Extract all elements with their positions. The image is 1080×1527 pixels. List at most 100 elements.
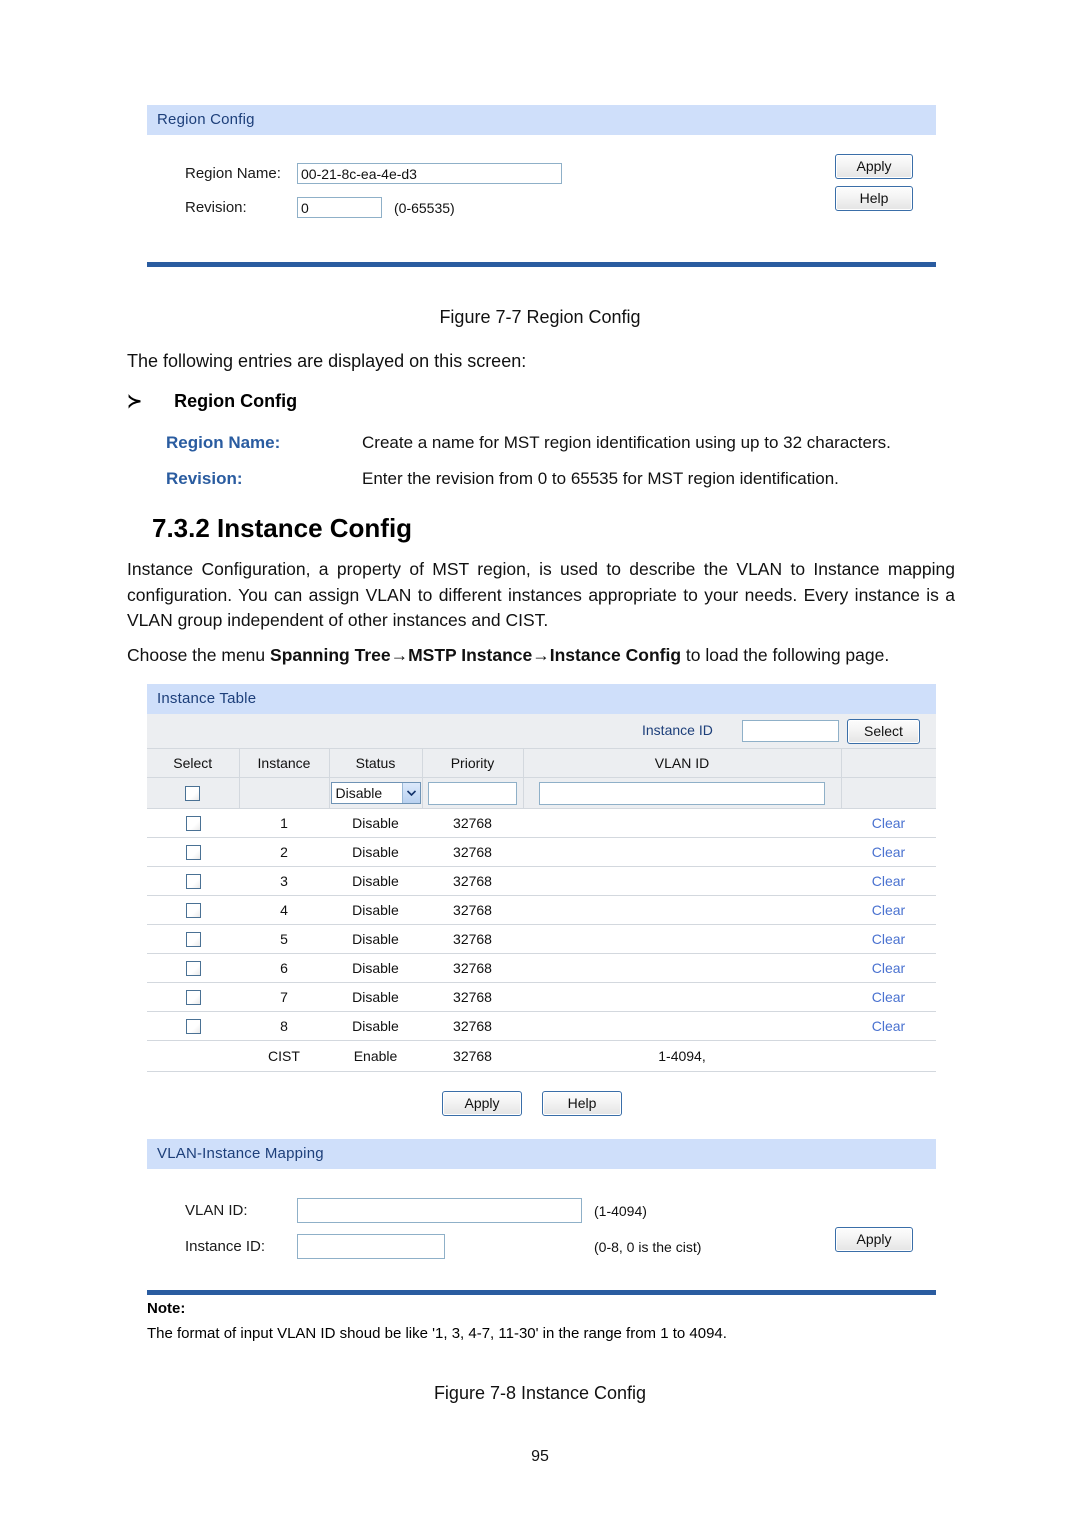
row-select-cell (147, 953, 239, 983)
revision-row: Revision: (0-65535) (147, 192, 936, 223)
bullet-marker: ≻ (127, 391, 143, 411)
row-select-cell (147, 1011, 239, 1041)
cist-instance: CIST (239, 1040, 329, 1072)
row-status: Disable (329, 924, 422, 954)
vlan-mapping-apply-button[interactable]: Apply (835, 1227, 913, 1252)
cist-action-cell (841, 1040, 936, 1072)
table-row: 8 Disable 32768 Clear (147, 1011, 936, 1041)
row-select-checkbox[interactable] (185, 1019, 201, 1035)
vlan-id-row: VLAN ID: (1-4094) (147, 1195, 936, 1226)
row-select-checkbox[interactable] (185, 990, 201, 1006)
clear-link[interactable]: Clear (872, 960, 905, 976)
revision-label: Revision: (185, 199, 247, 216)
priority-input[interactable] (428, 781, 517, 805)
edit-row-status-cell: Disable (329, 777, 423, 809)
row-select-checkbox[interactable] (185, 932, 201, 948)
row-select-checkbox[interactable] (185, 961, 201, 977)
term-revision: Revision: (166, 469, 243, 488)
row-select-checkbox[interactable] (185, 845, 201, 861)
row-select-cell (147, 895, 239, 925)
clear-link[interactable]: Clear (872, 873, 905, 889)
instance-help-button[interactable]: Help (542, 1091, 622, 1116)
instance-table-panel: Instance Table Instance ID Select Select… (147, 684, 936, 1117)
row-vlan-id (523, 866, 841, 896)
table-row: 3 Disable 32768 Clear (147, 866, 936, 896)
table-row: 1 Disable 32768 Clear (147, 808, 936, 838)
instance-table: Select Instance Status Priority VLAN ID … (147, 749, 936, 1072)
row-select-checkbox[interactable] (185, 874, 201, 890)
instance-id-hint: (0-8, 0 is the cist) (594, 1238, 702, 1255)
bullet-region-config: ≻ Region Config (127, 391, 297, 412)
instance-id-mapping-input[interactable] (297, 1234, 445, 1259)
definition-revision: Enter the revision from 0 to 65535 for M… (362, 469, 839, 488)
row-priority: 32768 (422, 866, 523, 896)
clear-link[interactable]: Clear (872, 1018, 905, 1034)
region-name-input[interactable] (297, 163, 562, 184)
edit-row-select-cell (147, 777, 240, 809)
menu-prefix: Choose the menu (127, 645, 271, 665)
edit-row-vlan-id-cell (523, 777, 842, 809)
row-action-cell: Clear (841, 808, 936, 838)
row-vlan-id (523, 837, 841, 867)
instance-table-actions: Apply Help (147, 1072, 936, 1136)
instance-id-search-input[interactable] (742, 720, 839, 742)
row-instance: 5 (239, 924, 329, 954)
clear-link[interactable]: Clear (872, 844, 905, 860)
row-action-cell: Clear (841, 982, 936, 1012)
vlan-id-input[interactable] (539, 781, 825, 805)
status-dropdown[interactable]: Disable (330, 782, 421, 804)
clear-link[interactable]: Clear (872, 931, 905, 947)
row-action-cell: Clear (841, 837, 936, 867)
row-status: Disable (329, 808, 422, 838)
instance-id-row: Instance ID: (0-8, 0 is the cist) (147, 1231, 936, 1262)
vlan-id-mapping-input[interactable] (297, 1198, 582, 1223)
row-status: Disable (329, 1011, 422, 1041)
region-help-button[interactable]: Help (835, 186, 913, 211)
row-action-cell: Clear (841, 953, 936, 983)
table-row: 4 Disable 32768 Clear (147, 895, 936, 925)
row-priority: 32768 (422, 808, 523, 838)
chevron-down-icon (401, 783, 420, 803)
row-action-cell: Clear (841, 866, 936, 896)
instance-select-button[interactable]: Select (847, 719, 920, 744)
row-vlan-id (523, 808, 841, 838)
row-select-cell (147, 808, 239, 838)
edit-row-select-all-checkbox[interactable] (185, 786, 201, 802)
instance-apply-button[interactable]: Apply (442, 1091, 522, 1116)
vlan-instance-mapping-panel-title: VLAN-Instance Mapping (147, 1139, 936, 1169)
region-config-panel-rule (147, 262, 936, 267)
column-header-instance: Instance (239, 749, 330, 778)
row-select-checkbox[interactable] (185, 816, 201, 832)
row-status: Disable (329, 866, 422, 896)
table-row-cist: CIST Enable 32768 1-4094, (147, 1040, 936, 1072)
instance-table-panel-title: Instance Table (147, 684, 936, 714)
clear-link[interactable]: Clear (872, 989, 905, 1005)
row-vlan-id (523, 895, 841, 925)
column-header-select: Select (147, 749, 240, 778)
row-vlan-id (523, 924, 841, 954)
region-apply-button[interactable]: Apply (835, 154, 913, 179)
note-block: Note: The format of input VLAN ID shoud … (147, 1300, 936, 1342)
instance-table-edit-row: Disable (147, 777, 936, 809)
row-instance: 1 (239, 808, 329, 838)
figure-7-7-caption: Figure 7-7 Region Config (439, 307, 641, 327)
revision-input[interactable] (297, 197, 382, 218)
vlan-id-hint: (1-4094) (594, 1202, 647, 1219)
row-select-cell (147, 982, 239, 1012)
clear-link[interactable]: Clear (872, 902, 905, 918)
row-select-checkbox[interactable] (185, 903, 201, 919)
row-priority: 32768 (422, 982, 523, 1012)
column-header-priority: Priority (422, 749, 524, 778)
row-instance: 8 (239, 1011, 329, 1041)
clear-link[interactable]: Clear (872, 815, 905, 831)
table-row: 6 Disable 32768 Clear (147, 953, 936, 983)
menu-path-sentence: Choose the menu Spanning Tree→MSTP Insta… (127, 643, 955, 669)
figure-7-8-caption: Figure 7-8 Instance Config (433, 1383, 647, 1403)
row-vlan-id (523, 1011, 841, 1041)
row-status: Disable (329, 895, 422, 925)
row-status: Disable (329, 837, 422, 867)
cist-select-cell (147, 1040, 239, 1072)
edit-row-instance-cell (239, 777, 330, 809)
menu-suffix: to load the following page. (681, 645, 890, 665)
edit-row-action-cell (841, 777, 936, 809)
